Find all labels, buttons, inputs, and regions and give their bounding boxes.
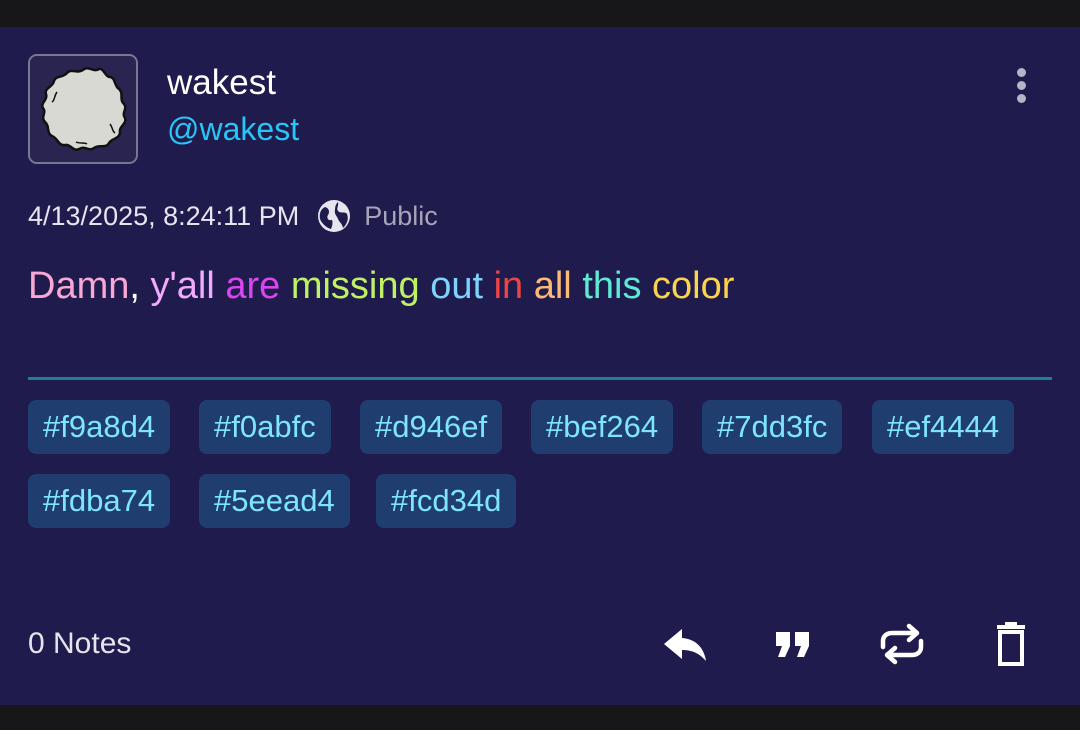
notes-count[interactable]: 0 Notes	[28, 627, 131, 661]
content-word: color	[652, 265, 735, 307]
hashtag-chip[interactable]: #d946ef	[360, 400, 503, 454]
content-word: in	[493, 265, 524, 307]
hashtag-chip[interactable]: #fcd34d	[376, 474, 517, 528]
hashtag-chip[interactable]: #f9a8d4	[28, 400, 171, 454]
content-word: all	[533, 265, 572, 307]
avatar-blob-image	[30, 56, 136, 162]
more-options-icon[interactable]	[1006, 65, 1036, 105]
content-word	[280, 265, 291, 307]
avatar[interactable]	[28, 54, 138, 164]
content-word: ,	[129, 265, 151, 307]
content-word	[420, 265, 431, 307]
delete-icon	[997, 622, 1025, 666]
hashtag-chip[interactable]: #fdba74	[28, 474, 171, 528]
content-word	[523, 265, 534, 307]
hashtag-chip[interactable]: #ef4444	[872, 400, 1015, 454]
hashtag-chip[interactable]: #f0abfc	[199, 400, 331, 454]
content-word	[572, 265, 583, 307]
author-handle[interactable]: @wakest	[167, 111, 299, 148]
content-word: are	[225, 265, 281, 307]
hashtag-chip[interactable]: #5eead4	[199, 474, 350, 528]
globe-icon	[318, 200, 351, 232]
content-word: missing	[290, 265, 420, 307]
content-word: this	[582, 265, 642, 307]
content-word: y'all	[150, 265, 215, 307]
content-word	[483, 265, 494, 307]
quote-button[interactable]	[766, 617, 820, 671]
bottom-system-bar	[0, 705, 1080, 730]
note-meta: 4/13/2025, 8:24:11 PM Public	[28, 197, 438, 235]
content-word	[215, 265, 226, 307]
content-word: Damn	[28, 265, 130, 307]
content-word: out	[430, 265, 484, 307]
top-system-bar	[0, 0, 1080, 27]
hashtag-chip[interactable]: #7dd3fc	[702, 400, 843, 454]
author-display-name[interactable]: wakest	[167, 63, 276, 103]
visibility-label: Public	[364, 200, 438, 231]
reply-button[interactable]	[658, 617, 712, 671]
delete-button[interactable]	[984, 617, 1038, 671]
note-content: Damn, y'all are missing out in all this …	[28, 265, 734, 308]
content-word	[641, 265, 652, 307]
boost-button[interactable]	[875, 617, 929, 671]
hashtag-chip[interactable]: #bef264	[531, 400, 674, 454]
note-card: wakest @wakest 4/13/2025, 8:24:11 PM Pub…	[0, 27, 1080, 705]
quote-icon	[776, 632, 809, 657]
reply-icon	[664, 629, 706, 661]
note-timestamp[interactable]: 4/13/2025, 8:24:11 PM	[28, 201, 299, 232]
boost-icon	[880, 623, 924, 665]
hashtag-divider	[28, 377, 1052, 380]
